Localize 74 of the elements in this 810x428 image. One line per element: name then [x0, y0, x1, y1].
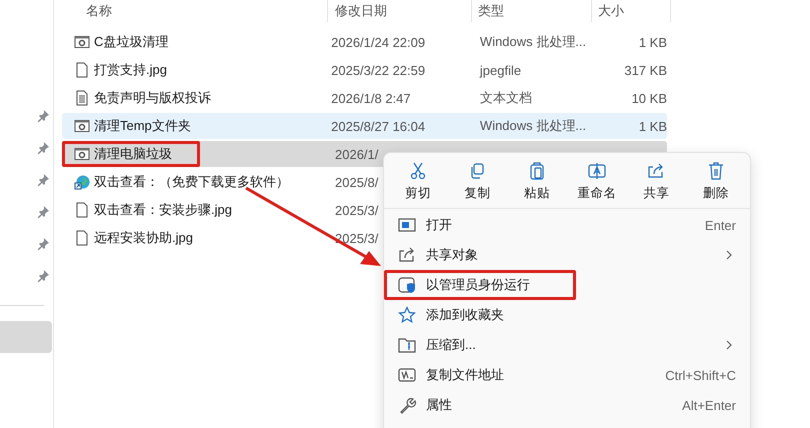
file-type: jpegfile	[480, 62, 522, 78]
file-icon	[74, 62, 90, 78]
column-header[interactable]: 名称	[62, 0, 327, 22]
menu-item[interactable]: 添加到收藏夹	[384, 300, 750, 330]
file-name: 清理Temp文件夹	[94, 117, 191, 135]
pin-icon[interactable]	[37, 206, 49, 218]
star-icon	[398, 306, 416, 324]
menu-item[interactable]: 共享对象	[384, 240, 750, 270]
chevron-icon	[724, 250, 734, 260]
menu-item[interactable]: 压缩到...	[384, 330, 750, 360]
file-name: 双击查看：安装步骤.jpg	[94, 201, 232, 219]
file-row[interactable]: C盘垃圾清理 2026/1/24 22:09 Windows 批处理... 1 KB	[62, 29, 667, 55]
file-size: 1 KB	[638, 118, 667, 134]
file-name: 双击查看：（免费下载更多软件）	[94, 173, 289, 191]
file-size: 10 KB	[632, 90, 667, 106]
file-name: 清理电脑垃圾	[94, 145, 172, 163]
wrench-icon	[398, 396, 416, 414]
menu-item[interactable]: 属性 Alt+Enter	[384, 390, 750, 420]
shortcut-text: Enter	[704, 218, 736, 232]
settings-window-icon	[74, 34, 90, 50]
column-header[interactable]: 修改日期	[327, 0, 471, 22]
modified-date: 2026/1/	[335, 146, 378, 162]
shield-window-icon	[398, 276, 416, 294]
text-file-icon	[74, 90, 90, 106]
menu-item-label: 属性	[426, 396, 453, 414]
modified-date: 2025/8/27 16:04	[331, 118, 426, 134]
menu-item[interactable]: 打开 Enter	[384, 210, 750, 240]
menu-item-label: 共享对象	[426, 246, 479, 264]
column-header[interactable]: 大小	[591, 0, 671, 22]
shortcut-text: Alt+Enter	[682, 398, 736, 412]
file-icon	[74, 230, 90, 246]
pin-icon[interactable]	[37, 174, 49, 186]
file-name: C盘垃圾清理	[94, 33, 168, 51]
menu-item-label: 复制文件地址	[426, 366, 505, 384]
settings-window-icon	[74, 118, 90, 134]
file-size: 317 KB	[624, 62, 667, 78]
pin-icon[interactable]	[37, 270, 49, 282]
modified-date: 2025/3/22 22:59	[331, 62, 426, 78]
path-icon	[398, 366, 416, 384]
file-icon	[74, 202, 90, 218]
modified-date: 2025/3/	[335, 230, 378, 246]
file-row[interactable]: 打赏支持.jpg 2025/3/22 22:59 jpegfile 317 KB	[62, 57, 667, 83]
file-type: Windows 批处理...	[480, 118, 586, 133]
modified-date: 2025/8/	[335, 174, 378, 190]
window-icon	[398, 216, 416, 234]
file-name: 免责声明与版权投诉	[94, 89, 211, 107]
file-type: 文本文档	[480, 90, 532, 105]
share-icon	[398, 246, 416, 264]
pin-icon[interactable]	[37, 110, 49, 122]
menu-action[interactable]: 删除	[687, 159, 746, 204]
menu-item-label: 压缩到...	[426, 336, 477, 354]
browser-shortcut-icon	[74, 174, 90, 190]
shortcut-text: Ctrl+Shift+C	[665, 368, 736, 382]
zip-folder-icon	[398, 336, 416, 354]
menu-item-label: 打开	[426, 216, 453, 234]
menu-item[interactable]: 复制文件地址 Ctrl+Shift+C	[384, 360, 750, 390]
chevron-icon	[724, 340, 734, 350]
file-name: 远程安装协助.jpg	[94, 229, 193, 247]
file-type: Windows 批处理...	[480, 34, 586, 49]
file-row[interactable]: 免责声明与版权投诉 2026/1/8 2:47 文本文档 10 KB	[62, 85, 667, 111]
menu-item[interactable]: 以管理员身份运行	[384, 270, 750, 300]
modified-date: 2026/1/8 2:47	[331, 90, 411, 106]
modified-date: 2026/1/24 22:09	[331, 34, 426, 50]
file-row[interactable]: 清理Temp文件夹 2025/8/27 16:04 Windows 批处理... 1 KB	[62, 113, 667, 139]
settings-window-icon	[74, 146, 90, 162]
file-size: 1 KB	[638, 34, 667, 50]
modified-date: 2025/3/	[335, 202, 378, 218]
rename-icon	[586, 161, 607, 181]
file-name: 打赏支持.jpg	[94, 61, 167, 79]
menu-item-label: 添加到收藏夹	[426, 306, 505, 324]
menu-item-label: 以管理员身份运行	[426, 276, 531, 294]
column-header[interactable]: 类型	[471, 0, 591, 22]
pin-icon[interactable]	[37, 238, 49, 250]
pin-icon[interactable]	[37, 142, 49, 154]
